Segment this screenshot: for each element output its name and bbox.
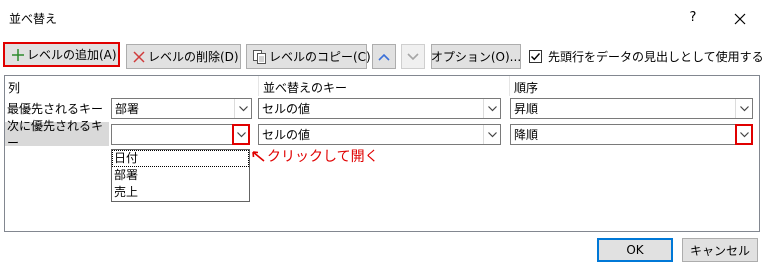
column-dropdown-list[interactable]: 日付 部署 売上 — [111, 149, 250, 202]
sort-key-select[interactable]: セルの値 — [258, 98, 501, 119]
move-down-button[interactable] — [401, 44, 425, 69]
column-select-value: 部署 — [115, 102, 140, 116]
delete-level-label: レベルの削除(D) — [148, 50, 239, 64]
column-select[interactable]: 部署 — [111, 98, 252, 119]
ok-button[interactable]: OK — [597, 238, 673, 262]
dropdown-arrow[interactable] — [735, 124, 753, 145]
close-button[interactable] — [727, 6, 753, 32]
delete-x-icon — [133, 50, 145, 63]
dropdown-arrow[interactable] — [234, 99, 251, 118]
add-level-button[interactable]: レベルの追加(A) — [3, 42, 120, 67]
move-up-button[interactable] — [372, 44, 396, 69]
header-checkbox-label: 先頭行をデータの見出しとして使用する(H) — [548, 50, 763, 64]
close-icon — [734, 13, 746, 25]
list-item[interactable]: 売上 — [112, 184, 249, 201]
checkmark-icon — [531, 53, 541, 61]
order-select[interactable]: 昇順 — [510, 98, 753, 119]
order-value: 降順 — [514, 128, 539, 142]
sort-key-select[interactable]: セルの値 — [258, 124, 501, 145]
dropdown-arrow[interactable] — [735, 99, 752, 118]
options-button[interactable]: オプション(O)... — [431, 44, 521, 69]
list-item[interactable]: 日付 — [112, 150, 249, 167]
chevron-down-icon — [238, 105, 248, 111]
toolbar: レベルの追加(A) レベルの削除(D) レベルのコピー(C) オプション(O).… — [0, 38, 763, 74]
copy-level-button[interactable]: レベルのコピー(C) — [246, 44, 371, 69]
sort-level-label[interactable]: 次に優先されるキー — [5, 119, 109, 150]
checkbox-box[interactable] — [529, 50, 542, 63]
chevron-down-icon — [407, 52, 419, 60]
arrow-icon — [252, 151, 265, 162]
header-row-checkbox[interactable]: 先頭行をデータの見出しとして使用する(H) — [529, 48, 763, 65]
chevron-down-icon — [236, 131, 246, 137]
sort-key-value: セルの値 — [262, 102, 311, 116]
annotation-text: クリックして開く — [267, 149, 379, 165]
column-header-col: 列 — [8, 81, 21, 95]
list-item[interactable]: 部署 — [112, 167, 249, 184]
order-value: 昇順 — [514, 102, 539, 116]
cancel-button[interactable]: キャンセル — [682, 238, 758, 262]
sort-levels-grid: 列 並べ替えのキー 順序 最優先されるキー 部署 セルの値 昇順 次に優先される… — [4, 75, 760, 232]
sort-key-value: セルの値 — [262, 128, 311, 142]
dropdown-arrow[interactable] — [483, 99, 500, 118]
column-header-order: 順序 — [514, 81, 539, 95]
help-button[interactable]: ? — [683, 10, 703, 28]
chevron-down-icon — [487, 131, 497, 137]
column-header-sort-key: 並べ替えのキー — [263, 81, 348, 95]
chevron-down-icon — [487, 105, 497, 111]
column-divider — [258, 76, 259, 96]
dialog-title: 並べ替え — [9, 12, 58, 26]
order-select[interactable]: 降順 — [510, 124, 753, 145]
dropdown-arrow[interactable] — [232, 124, 250, 145]
column-divider — [509, 76, 510, 96]
delete-level-button[interactable]: レベルの削除(D) — [126, 44, 241, 69]
add-level-label: レベルの追加(A) — [27, 48, 117, 62]
plus-icon — [12, 48, 24, 61]
chevron-down-icon — [739, 105, 749, 111]
title-bar: 並べ替え ? — [0, 0, 763, 38]
chevron-up-icon — [378, 53, 390, 61]
column-select[interactable] — [111, 124, 250, 145]
annotation: クリックして開く — [251, 146, 379, 166]
copy-level-label: レベルのコピー(C) — [269, 50, 371, 64]
chevron-down-icon — [739, 131, 749, 137]
copy-icon — [253, 49, 266, 64]
dropdown-arrow[interactable] — [483, 125, 500, 144]
